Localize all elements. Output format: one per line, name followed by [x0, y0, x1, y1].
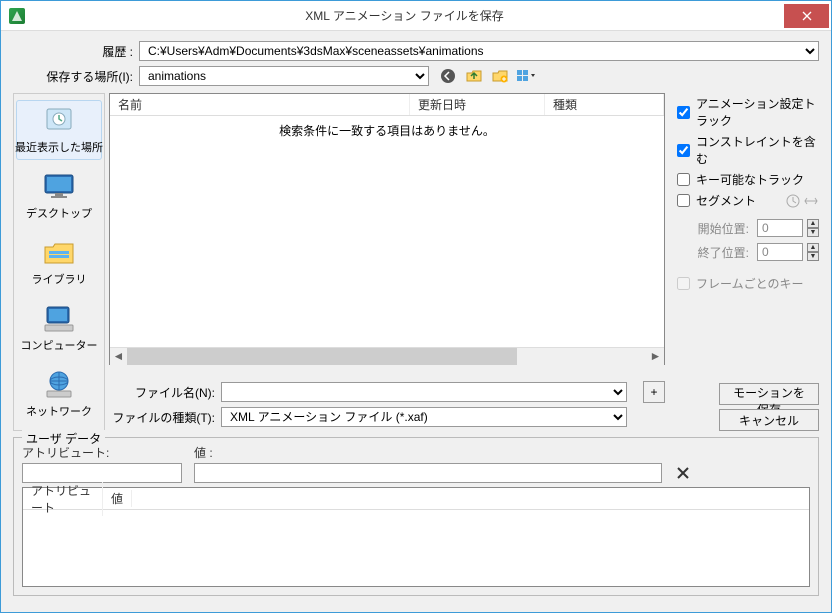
- place-recent[interactable]: 最近表示した場所: [16, 100, 102, 160]
- scroll-left-button[interactable]: ◄: [110, 348, 127, 365]
- segment-range-icon: [803, 193, 819, 209]
- start-input[interactable]: [757, 219, 803, 237]
- save-dialog-window: XML アニメーション ファイルを保存 履歴 : C:¥Users¥Adm¥Do…: [0, 0, 832, 613]
- nav-toolbar: [437, 65, 537, 87]
- up-button[interactable]: [463, 65, 485, 87]
- dialog-body: 履歴 : C:¥Users¥Adm¥Documents¥3dsMax¥scene…: [1, 31, 831, 612]
- window-title: XML アニメーション ファイルを保存: [25, 7, 784, 24]
- user-data-legend: ユーザ データ: [22, 430, 105, 447]
- view-menu-button[interactable]: [515, 65, 537, 87]
- cancel-button[interactable]: キャンセル: [719, 409, 819, 431]
- save-button[interactable]: モーションを保存: [719, 383, 819, 405]
- segment-checkbox[interactable]: セグメント: [677, 192, 756, 209]
- empty-message: 検索条件に一致する項目はありません。: [110, 122, 664, 139]
- per-frame-checkbox: フレームごとのキー: [677, 275, 819, 292]
- ud-val-label: 値 :: [194, 444, 662, 461]
- ud-col-attr[interactable]: アトリビュート: [23, 482, 103, 516]
- filename-label: ファイル名(N):: [109, 384, 221, 401]
- ud-val-input[interactable]: [194, 463, 662, 483]
- filetype-label: ファイルの種類(T):: [109, 409, 221, 426]
- recent-places-icon: [41, 105, 77, 137]
- scroll-right-button[interactable]: ►: [647, 348, 664, 365]
- constraints-checkbox[interactable]: コンストレイントを含む: [677, 133, 819, 167]
- column-date[interactable]: 更新日時: [410, 94, 545, 115]
- ud-attr-input[interactable]: [22, 463, 182, 483]
- end-spin-down[interactable]: ▼: [807, 252, 819, 261]
- history-select[interactable]: C:¥Users¥Adm¥Documents¥3dsMax¥sceneasset…: [139, 41, 819, 61]
- computer-icon: [41, 303, 77, 335]
- place-computer[interactable]: コンピューター: [16, 298, 102, 358]
- places-bar: 最近表示した場所 デスクトップ ライブラリ コンピューター ネットワーク: [13, 93, 105, 431]
- savein-label: 保存する場所(I):: [13, 68, 139, 85]
- column-type[interactable]: 種類: [545, 94, 664, 115]
- segment-clock-icon: [785, 193, 801, 209]
- close-button[interactable]: [784, 4, 829, 28]
- ud-col-val[interactable]: 値: [103, 490, 132, 507]
- plus-button[interactable]: +: [643, 381, 665, 403]
- keyable-check[interactable]: [677, 173, 690, 186]
- up-folder-icon: [466, 68, 482, 84]
- start-spin-down[interactable]: ▼: [807, 228, 819, 237]
- horizontal-scrollbar[interactable]: ◄ ►: [110, 347, 664, 364]
- ud-table[interactable]: アトリビュート 値: [22, 487, 810, 587]
- view-icon: [516, 68, 536, 84]
- keyable-checkbox[interactable]: キー可能なトラック: [677, 171, 819, 188]
- scroll-thumb[interactable]: [127, 348, 517, 365]
- anim-tracks-checkbox[interactable]: アニメーション設定トラック: [677, 95, 819, 129]
- column-name[interactable]: 名前: [110, 94, 410, 115]
- ud-clear-button[interactable]: [674, 464, 692, 482]
- column-headers: 名前 更新日時 種類: [110, 94, 664, 116]
- back-icon: [440, 68, 456, 84]
- place-libraries[interactable]: ライブラリ: [16, 232, 102, 292]
- end-spin-up[interactable]: ▲: [807, 243, 819, 252]
- new-folder-icon: [492, 68, 508, 84]
- anim-tracks-check[interactable]: [677, 106, 690, 119]
- end-input[interactable]: [757, 243, 803, 261]
- segment-check[interactable]: [677, 194, 690, 207]
- file-list[interactable]: 名前 更新日時 種類 検索条件に一致する項目はありません。 ◄ ►: [109, 93, 665, 365]
- clear-icon: [676, 466, 690, 480]
- scroll-track[interactable]: [127, 348, 647, 365]
- per-frame-check: [677, 277, 690, 290]
- history-label: 履歴 :: [13, 43, 139, 60]
- libraries-icon: [41, 237, 77, 269]
- new-folder-button[interactable]: [489, 65, 511, 87]
- back-button[interactable]: [437, 65, 459, 87]
- place-desktop[interactable]: デスクトップ: [16, 166, 102, 226]
- end-label: 終了位置:: [677, 244, 753, 261]
- app-icon: [9, 8, 25, 24]
- desktop-icon: [41, 171, 77, 203]
- savein-select[interactable]: animations: [139, 66, 429, 86]
- start-label: 開始位置:: [677, 220, 753, 237]
- options-panel: アニメーション設定トラック コンストレイントを含む キー可能なトラック セグメン…: [677, 93, 819, 431]
- titlebar: XML アニメーション ファイルを保存: [1, 1, 831, 31]
- filetype-select[interactable]: XML アニメーション ファイル (*.xaf): [221, 407, 627, 427]
- filename-input[interactable]: [221, 382, 627, 402]
- constraints-check[interactable]: [677, 144, 690, 157]
- user-data-group: ユーザ データ アトリビュート: 値 : アトリビュート 値: [13, 437, 819, 596]
- network-icon: [41, 369, 77, 401]
- close-icon: [802, 11, 812, 21]
- start-spin-up[interactable]: ▲: [807, 219, 819, 228]
- place-network[interactable]: ネットワーク: [16, 364, 102, 424]
